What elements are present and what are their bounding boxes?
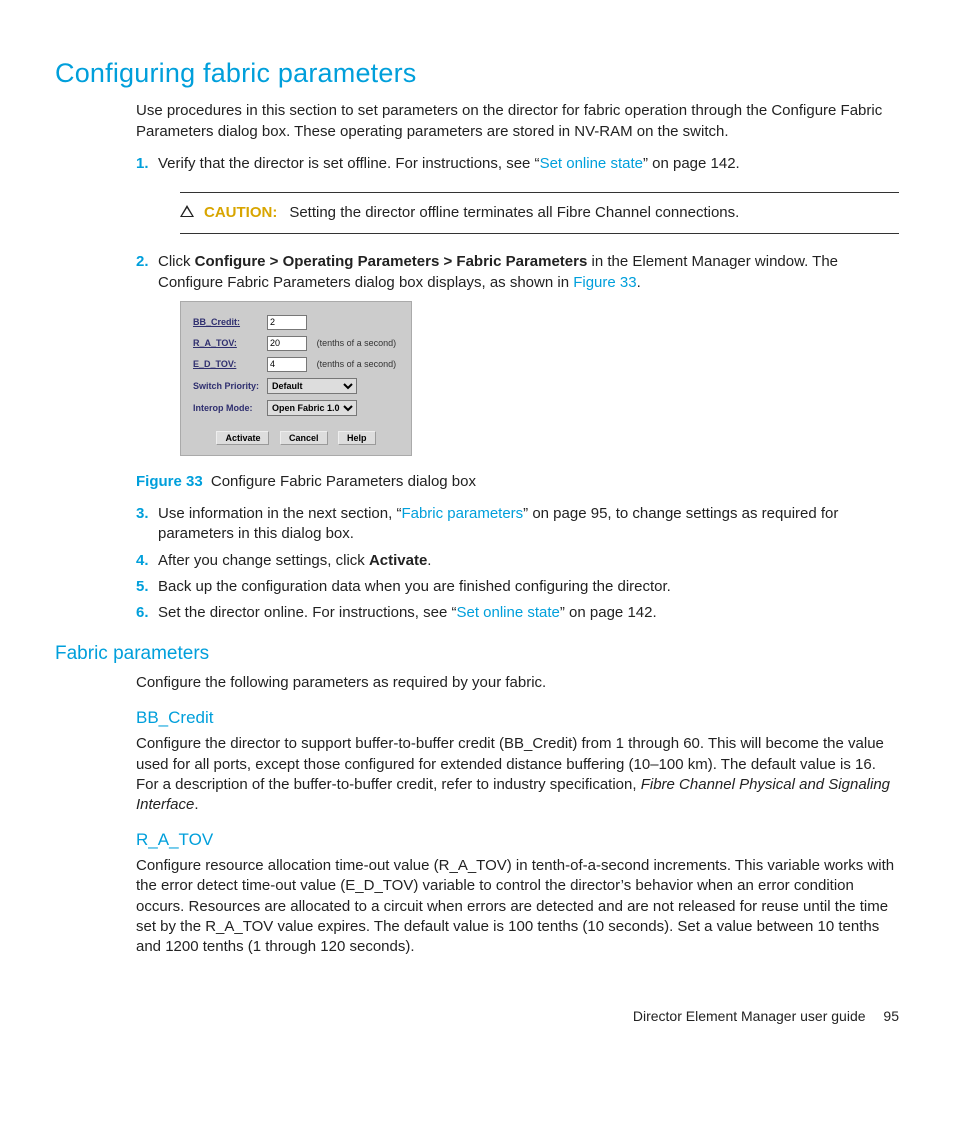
fabric-parameters-dialog: BB_Credit: R_A_TOV: (tenths of a second)…	[180, 301, 412, 456]
caution-box: CAUTION: Setting the director offline te…	[180, 192, 899, 234]
fabric-parameters-intro: Configure the following parameters as re…	[136, 673, 899, 693]
r-a-tov-label: R_A_TOV:	[189, 333, 263, 354]
intro-paragraph: Use procedures in this section to set pa…	[136, 101, 899, 142]
caution-text: Setting the director offline terminates …	[289, 203, 739, 223]
activate-button[interactable]: Activate	[216, 431, 269, 445]
bb-credit-input[interactable]	[267, 315, 307, 330]
footer-title: Director Element Manager user guide	[633, 1008, 866, 1024]
help-button[interactable]: Help	[338, 431, 376, 445]
step-text: .	[427, 552, 431, 569]
set-online-state-link-2[interactable]: Set online state	[456, 604, 559, 621]
bb-credit-paragraph: Configure the director to support buffer…	[136, 734, 899, 815]
bb-credit-text-end: .	[194, 796, 198, 813]
bb-credit-label: BB_Credit:	[189, 312, 263, 333]
e-d-tov-label: E_D_TOV:	[189, 354, 263, 375]
page-title: Configuring fabric parameters	[55, 55, 899, 91]
menu-path: Configure > Operating Parameters > Fabri…	[195, 253, 588, 270]
step-6: 6. Set the director online. For instruct…	[136, 603, 899, 623]
bb-credit-heading: BB_Credit	[136, 707, 899, 730]
figure-33-link[interactable]: Figure 33	[573, 274, 636, 291]
step-number: 5.	[136, 577, 149, 597]
step-number: 4.	[136, 551, 149, 571]
r-a-tov-input[interactable]	[267, 336, 307, 351]
page-footer: Director Element Manager user guide 95	[55, 1007, 899, 1026]
set-online-state-link[interactable]: Set online state	[540, 155, 643, 172]
activate-bold: Activate	[369, 552, 427, 569]
step-number: 1.	[136, 154, 149, 174]
figure-label: Figure 33	[136, 473, 203, 490]
step-text: Back up the configuration data when you …	[158, 578, 671, 595]
switch-priority-label: Switch Priority:	[189, 375, 263, 397]
step-3: 3. Use information in the next section, …	[136, 504, 899, 545]
interop-mode-label: Interop Mode:	[189, 397, 263, 419]
step-text: Click	[158, 253, 195, 270]
step-text: Set the director online. For instruction…	[158, 604, 456, 621]
fabric-parameters-link[interactable]: Fabric parameters	[401, 505, 523, 522]
step-1: 1. Verify that the director is set offli…	[136, 154, 899, 235]
step-text: ” on page 142.	[560, 604, 657, 621]
r-a-tov-unit: (tenths of a second)	[313, 333, 403, 354]
r-a-tov-heading: R_A_TOV	[136, 829, 899, 852]
figure-caption: Figure 33 Configure Fabric Parameters di…	[136, 472, 899, 492]
caution-label: CAUTION:	[204, 203, 277, 223]
step-5: 5. Back up the configuration data when y…	[136, 577, 899, 597]
step-number: 6.	[136, 603, 149, 623]
fabric-parameters-heading: Fabric parameters	[55, 641, 899, 667]
step-text: ” on page 142.	[643, 155, 740, 172]
switch-priority-select[interactable]: Default	[267, 378, 357, 394]
cancel-button[interactable]: Cancel	[280, 431, 328, 445]
step-text: .	[637, 274, 641, 291]
e-d-tov-input[interactable]	[267, 357, 307, 372]
figure-caption-text: Configure Fabric Parameters dialog box	[207, 473, 476, 490]
step-text: Verify that the director is set offline.…	[158, 155, 540, 172]
step-number: 3.	[136, 504, 149, 524]
step-text: Use information in the next section, “	[158, 505, 401, 522]
page-number: 95	[883, 1008, 899, 1024]
step-2: 2. Click Configure > Operating Parameter…	[136, 252, 899, 456]
interop-mode-select[interactable]: Open Fabric 1.0	[267, 400, 357, 416]
step-text: After you change settings, click	[158, 552, 369, 569]
step-number: 2.	[136, 252, 149, 272]
r-a-tov-paragraph: Configure resource allocation time-out v…	[136, 856, 899, 957]
e-d-tov-unit: (tenths of a second)	[313, 354, 403, 375]
caution-icon	[180, 205, 194, 217]
step-4: 4. After you change settings, click Acti…	[136, 551, 899, 571]
